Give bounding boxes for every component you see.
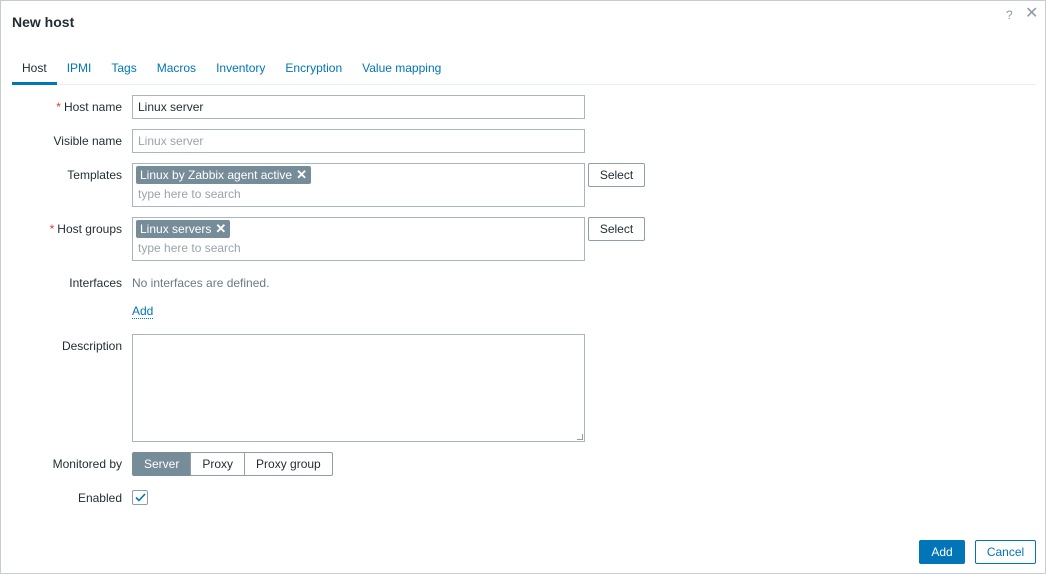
template-chip-label: Linux by Zabbix agent active: [140, 168, 293, 182]
visible-name-input[interactable]: [132, 129, 585, 153]
monitored-by-label: Monitored by: [52, 457, 122, 471]
tab-macros[interactable]: Macros: [147, 56, 206, 85]
enabled-checkbox[interactable]: [132, 490, 148, 505]
tab-value-mapping[interactable]: Value mapping: [352, 56, 451, 85]
template-chip: Linux by Zabbix agent active ✕: [136, 166, 311, 184]
host-name-label: * Host name: [56, 100, 122, 114]
monitored-by-toggle: Server Proxy Proxy group: [132, 452, 333, 476]
description-label: Description: [61, 339, 122, 353]
interfaces-label: Interfaces: [69, 276, 122, 290]
host-group-chip: Linux servers ✕: [136, 220, 231, 238]
resize-handle[interactable]: [577, 434, 583, 440]
required-marker: *: [49, 222, 55, 236]
checkmark-icon: [135, 493, 146, 502]
dialog-title: New host: [12, 14, 75, 30]
help-icon[interactable]: ?: [1006, 8, 1013, 22]
host-groups-select-button[interactable]: Select: [588, 217, 645, 241]
close-icon[interactable]: ✕: [1025, 5, 1038, 23]
remove-chip-icon[interactable]: ✕: [296, 166, 307, 184]
tab-tags[interactable]: Tags: [101, 56, 146, 85]
required-marker: *: [56, 100, 61, 114]
new-host-dialog: New host ? ✕ Host IPMI Tags Macros Inven…: [0, 0, 1046, 574]
visible-name-label: Visible name: [53, 134, 122, 148]
host-group-chip-label: Linux servers: [140, 222, 212, 236]
monitored-by-proxy-group[interactable]: Proxy group: [244, 452, 333, 476]
cancel-button[interactable]: Cancel: [975, 540, 1036, 564]
templates-search-placeholder[interactable]: type here to search: [138, 187, 241, 201]
host-groups-label: * Host groups: [49, 222, 122, 236]
interfaces-empty-text: No interfaces are defined.: [132, 276, 270, 290]
tab-inventory[interactable]: Inventory: [206, 56, 275, 85]
tab-bar: Host IPMI Tags Macros Inventory Encrypti…: [12, 56, 1036, 85]
description-textarea[interactable]: [132, 334, 585, 442]
add-interface-link[interactable]: Add: [132, 305, 154, 319]
host-groups-multiselect[interactable]: Linux servers ✕ type here to search: [132, 217, 585, 261]
tab-ipmi[interactable]: IPMI: [57, 56, 102, 85]
monitored-by-server[interactable]: Server: [132, 452, 192, 476]
remove-chip-icon[interactable]: ✕: [215, 220, 226, 238]
enabled-label: Enabled: [77, 491, 122, 505]
templates-multiselect[interactable]: Linux by Zabbix agent active ✕ type here…: [132, 163, 585, 207]
tab-encryption[interactable]: Encryption: [275, 56, 352, 85]
host-name-input[interactable]: [132, 95, 585, 119]
monitored-by-proxy[interactable]: Proxy: [190, 452, 246, 476]
host-groups-search-placeholder[interactable]: type here to search: [138, 241, 241, 255]
add-button[interactable]: Add: [919, 540, 965, 564]
templates-label: Templates: [67, 168, 122, 182]
templates-select-button[interactable]: Select: [588, 163, 645, 187]
tab-host[interactable]: Host: [12, 56, 57, 85]
